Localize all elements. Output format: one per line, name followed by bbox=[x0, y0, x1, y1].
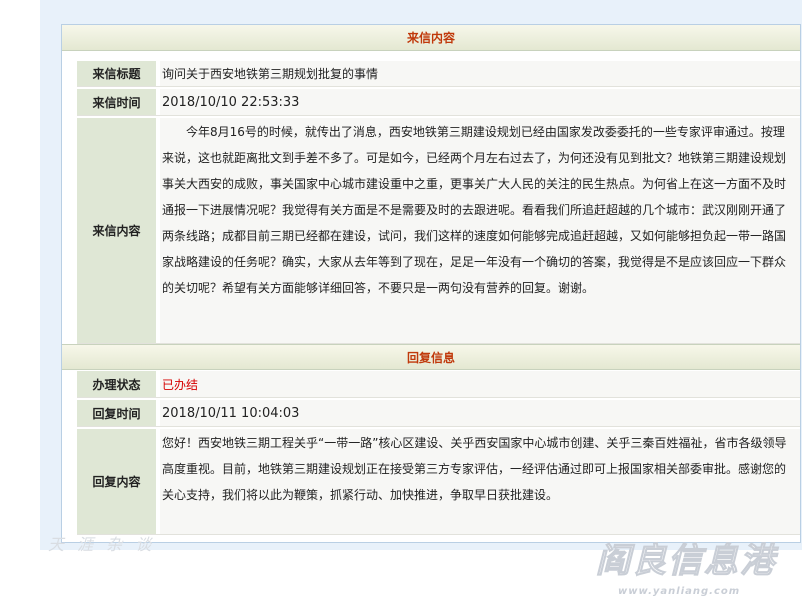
reply-status-value: 已办结 bbox=[160, 371, 800, 397]
watermark-left: 天 涯 杂 谈 bbox=[48, 535, 156, 554]
letter-panel: 来信内容 来信标题 询问关于西安地铁第三期规划批复的事情 来信时间 2018/1… bbox=[61, 24, 801, 543]
reply-content-label: 回复内容 bbox=[77, 429, 156, 534]
reply-status-row: 办理状态 已办结 bbox=[77, 371, 800, 398]
letter-content-row: 来信内容 今年8月16号的时候，就传出了消息，西安地铁第三期建设规划已经由国家发… bbox=[77, 118, 800, 344]
reply-section-title: 回复信息 bbox=[62, 344, 800, 370]
watermark-logo: 阎良信息港 bbox=[596, 541, 776, 582]
letter-content-label: 来信内容 bbox=[77, 118, 156, 343]
letter-title-label: 来信标题 bbox=[77, 61, 156, 86]
letter-time-value: 2018/10/10 22:53:33 bbox=[160, 89, 800, 115]
letter-section-title: 来信内容 bbox=[62, 25, 800, 51]
letter-content-value: 今年8月16号的时候，就传出了消息，西安地铁第三期建设规划已经由国家发改委委托的… bbox=[160, 118, 800, 343]
reply-time-label: 回复时间 bbox=[77, 400, 156, 426]
letter-time-row: 来信时间 2018/10/10 22:53:33 bbox=[77, 89, 800, 116]
reply-content-row: 回复内容 您好！西安地铁三期工程关乎“一带一路”核心区建设、关乎西安国家中心城市… bbox=[77, 429, 800, 535]
letter-time-label: 来信时间 bbox=[77, 89, 156, 115]
letter-title-row: 来信标题 询问关于西安地铁第三期规划批复的事情 bbox=[77, 61, 800, 87]
reply-content-value: 您好！西安地铁三期工程关乎“一带一路”核心区建设、关乎西安国家中心城市创建、关乎… bbox=[160, 429, 800, 534]
reply-status-label: 办理状态 bbox=[77, 371, 156, 397]
reply-time-row: 回复时间 2018/10/11 10:04:03 bbox=[77, 400, 800, 427]
reply-time-value: 2018/10/11 10:04:03 bbox=[160, 400, 800, 426]
watermark-url: www.yanliang.com bbox=[618, 586, 741, 597]
letter-title-value: 询问关于西安地铁第三期规划批复的事情 bbox=[160, 61, 800, 86]
